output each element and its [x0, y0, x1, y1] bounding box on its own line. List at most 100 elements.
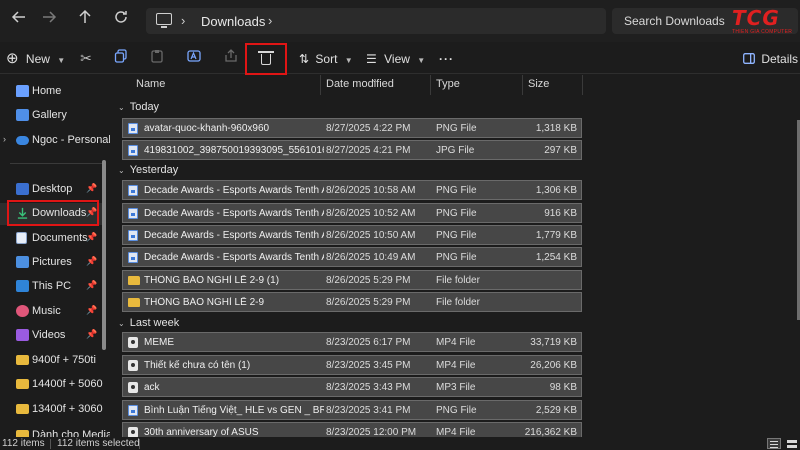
sidebar-item-home[interactable]: Home — [0, 81, 104, 103]
rename-icon — [187, 50, 201, 62]
file-row[interactable]: 419831002_398750019393095_55610168... 8/… — [122, 140, 582, 160]
file-type: PNG File — [436, 405, 477, 416]
divider — [139, 439, 140, 449]
tiles-view-button[interactable] — [785, 438, 799, 449]
details-pane-button[interactable]: Details — [743, 48, 798, 70]
command-bar: ⊕ New ▼ ✂ ⇅ Sort ▼ ☰ View ▼ ··· Details — [0, 42, 800, 74]
forward-button[interactable] — [37, 9, 61, 33]
sidebar-item-gallery[interactable]: Gallery — [0, 105, 104, 127]
pin-icon[interactable]: 📌 — [86, 232, 97, 243]
share-button[interactable] — [221, 48, 241, 68]
file-date: 8/26/2025 5:29 PM — [326, 275, 411, 286]
file-row[interactable]: avatar-quoc-khanh-960x960 8/27/2025 4:22… — [122, 118, 582, 138]
copy-button[interactable] — [111, 48, 131, 68]
sidebar-item-folder[interactable]: 13400f + 3060 — [0, 399, 104, 421]
folder-row[interactable]: THÔNG BÁO NGHỈ LỄ 2-9 8/26/2025 5:29 PM … — [122, 292, 582, 312]
file-row[interactable]: MEME 8/23/2025 6:17 PM MP4 File 33,719 K… — [122, 332, 582, 352]
sidebar-item-music[interactable]: Music 📌 — [0, 301, 104, 323]
column-header-name[interactable]: Name — [136, 78, 165, 98]
sidebar-item-folder[interactable]: Dành cho Media — [0, 425, 110, 437]
file-size: 2,529 KB — [535, 405, 577, 416]
video-file-icon — [128, 427, 138, 437]
file-row[interactable]: ack 8/23/2025 3:43 PM MP3 File 98 KB — [122, 377, 582, 397]
column-header-size[interactable]: Size — [528, 78, 549, 98]
sort-button[interactable]: ⇅ Sort ▼ — [299, 48, 353, 70]
view-button[interactable]: ☰ View ▼ — [366, 48, 425, 70]
pin-icon[interactable]: 📌 — [86, 329, 97, 340]
sidebar-item-folder[interactable]: 14400f + 5060 — [0, 374, 104, 396]
column-divider[interactable] — [522, 75, 523, 95]
column-header-date[interactable]: Date modified — [326, 78, 394, 98]
view-label: View — [384, 52, 410, 66]
file-type: PNG File — [436, 252, 477, 263]
image-file-icon — [128, 123, 138, 134]
video-file-icon — [128, 360, 138, 371]
logo-subtext: THIEN GIA COMPUTER — [732, 29, 793, 35]
file-row[interactable]: Decade Awards - Esports Awards Tenth A..… — [122, 247, 582, 267]
image-file-icon — [128, 252, 138, 263]
details-view-button[interactable] — [767, 438, 781, 449]
file-row[interactable]: Bình Luận Tiếng Việt_ HLE vs GEN _ BRO .… — [122, 400, 582, 420]
column-divider[interactable] — [582, 75, 583, 95]
chevron-right-icon[interactable]: › — [268, 13, 272, 28]
file-date: 8/23/2025 6:17 PM — [326, 337, 411, 348]
file-date: 8/23/2025 3:41 PM — [326, 405, 411, 416]
file-row[interactable]: Thiết kế chưa có tên (1) 8/23/2025 3:45 … — [122, 355, 582, 375]
breadcrumb-downloads[interactable]: Downloads — [201, 14, 265, 29]
address-field[interactable]: › Downloads › — [146, 8, 606, 34]
sidebar-item-this-pc[interactable]: This PC 📌 — [0, 276, 104, 298]
file-size: 1,779 KB — [535, 230, 577, 241]
more-options-button[interactable]: ··· — [439, 48, 454, 70]
chevron-down-icon: ⌄ — [118, 103, 125, 112]
sidebar-item-folder[interactable]: 9400f + 750ti — [0, 350, 104, 372]
column-divider[interactable] — [430, 75, 431, 95]
file-date: 8/26/2025 10:50 AM — [326, 230, 416, 241]
pin-icon[interactable]: 📌 — [86, 305, 97, 316]
file-row[interactable]: 30th anniversary of ASUS 8/23/2025 12:00… — [122, 422, 582, 437]
file-date: 8/26/2025 10:49 AM — [326, 252, 416, 263]
file-type: MP4 File — [436, 337, 476, 348]
sidebar-item-label: Pictures — [32, 256, 72, 268]
sidebar-item-label: Desktop — [32, 183, 73, 195]
file-row[interactable]: Decade Awards - Esports Awards Tenth A..… — [122, 180, 582, 200]
column-header-type[interactable]: Type — [436, 78, 460, 98]
pin-icon[interactable]: 📌 — [86, 256, 97, 267]
sidebar-item-pictures[interactable]: Pictures 📌 — [0, 252, 104, 274]
pin-icon[interactable]: 📌 — [86, 280, 97, 291]
refresh-button[interactable] — [109, 9, 133, 33]
sidebar-item-label: 14400f + 5060 — [32, 378, 103, 390]
status-bar: 112 items 112 items selected — [0, 437, 800, 450]
sidebar-scrollbar[interactable] — [102, 160, 106, 350]
pin-icon[interactable]: 📌 — [86, 183, 97, 194]
paste-button[interactable] — [147, 48, 167, 68]
cut-button[interactable]: ✂ — [76, 48, 96, 68]
group-header-last-week[interactable]: ⌄ Last week — [118, 317, 179, 329]
sidebar-item-desktop[interactable]: Desktop 📌 — [0, 179, 104, 201]
up-button[interactable] — [73, 9, 97, 33]
file-row[interactable]: Decade Awards - Esports Awards Tenth A..… — [122, 203, 582, 223]
sidebar-item-videos[interactable]: Videos 📌 — [0, 325, 104, 347]
item-count: 112 items — [2, 438, 45, 449]
folder-row[interactable]: THÔNG BÁO NGHỈ LỄ 2-9 (1) 8/26/2025 5:29… — [122, 270, 582, 290]
details-label: Details — [761, 52, 799, 66]
share-icon — [225, 49, 237, 62]
music-icon — [16, 305, 29, 317]
new-button[interactable]: ⊕ New ▼ — [6, 48, 65, 70]
group-header-yesterday[interactable]: ⌄ Yesterday — [118, 164, 178, 176]
new-label: New — [25, 52, 50, 66]
column-divider[interactable] — [320, 75, 321, 95]
sidebar-item-documents[interactable]: Documents 📌 — [0, 228, 104, 250]
back-button[interactable] — [7, 9, 31, 33]
group-header-today[interactable]: ⌄ Today — [118, 101, 159, 113]
file-size: 297 KB — [544, 145, 577, 156]
rename-button[interactable] — [184, 48, 204, 68]
folder-icon — [16, 430, 29, 437]
documents-icon — [16, 232, 27, 244]
file-row[interactable]: Decade Awards - Esports Awards Tenth A..… — [122, 225, 582, 245]
chevron-down-icon: ⌄ — [118, 166, 125, 175]
sidebar-item-onedrive[interactable]: › Ngoc - Personal — [0, 130, 110, 152]
chevron-right-icon[interactable]: › — [3, 134, 6, 144]
file-size: 33,719 KB — [530, 337, 577, 348]
file-name: Bình Luận Tiếng Việt_ HLE vs GEN _ BRO .… — [144, 405, 324, 416]
file-name: Decade Awards - Esports Awards Tenth A..… — [144, 185, 324, 196]
